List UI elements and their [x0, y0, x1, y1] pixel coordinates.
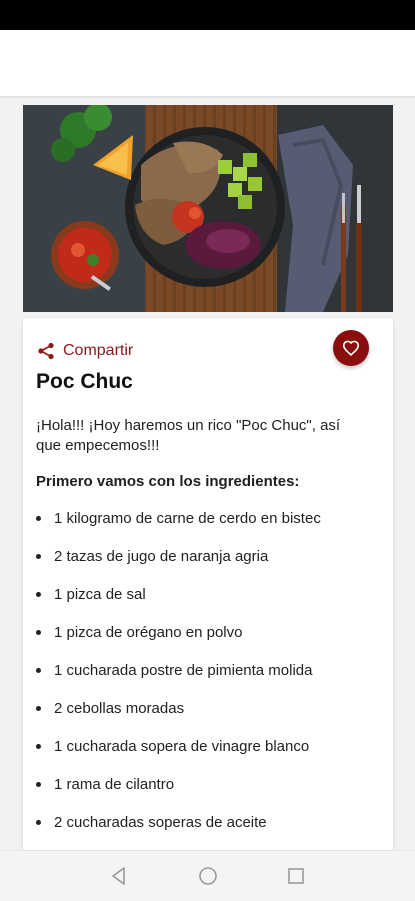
bullet-icon	[36, 554, 41, 559]
ingredient-text: 1 rama de cilantro	[54, 776, 175, 793]
recipe-card: Compartir Poc Chuc ¡Hola!!! ¡Hoy haremos…	[23, 318, 393, 850]
ingredient-item: 1 cucharada sopera de vinagre blanco	[36, 728, 376, 766]
ingredient-text: 2 cebollas moradas	[54, 700, 185, 717]
recipe-hero-image[interactable]: 1/	[23, 105, 393, 312]
bullet-icon	[36, 744, 41, 749]
bullet-icon	[36, 706, 41, 711]
home-button[interactable]	[197, 865, 219, 887]
ingredient-text: 1 kilogramo de carne de cerdo en bistec	[54, 510, 321, 527]
bullet-icon	[36, 668, 41, 673]
ingredient-text: 2 tazas de jugo de naranja agria	[54, 548, 269, 565]
ingredient-item: 2 cucharadas soperas de aceite	[36, 804, 376, 842]
ingredients-list: 1 kilogramo de carne de cerdo en bistec …	[36, 500, 376, 842]
bullet-icon	[36, 592, 41, 597]
bullet-icon	[36, 630, 41, 635]
app-bar	[0, 30, 415, 96]
recipe-intro: ¡Hola!!! ¡Hoy haremos un rico "Poc Chuc"…	[36, 417, 341, 454]
heart-icon	[342, 340, 360, 356]
ingredients-heading: Primero vamos con los ingredientes:	[36, 473, 300, 490]
ingredient-text: 2 cucharadas soperas de aceite	[54, 814, 267, 831]
ingredient-item: 2 tazas de jugo de naranja agria	[36, 538, 376, 576]
ingredient-item: 2 cebollas moradas	[36, 690, 376, 728]
back-button[interactable]	[108, 865, 130, 887]
ingredient-item: 1 rama de cilantro	[36, 766, 376, 804]
bullet-icon	[36, 820, 41, 825]
ingredient-item: 1 cucharada postre de pimienta molida	[36, 652, 376, 690]
circle-home-icon	[199, 867, 217, 885]
status-bar	[0, 0, 415, 30]
ingredient-text: 1 cucharada sopera de vinagre blanco	[54, 738, 310, 755]
recents-button[interactable]	[285, 865, 307, 887]
recipe-content[interactable]: 1/ Compartir Poc Chuc ¡Hola!!! ¡Hoy hare…	[0, 96, 415, 850]
ingredient-text: 1 pizca de orégano en polvo	[54, 624, 243, 641]
ingredient-item: 1 pizca de sal	[36, 576, 376, 614]
recipe-title: Poc Chuc	[36, 370, 133, 393]
ingredient-item: 1 kilogramo de carne de cerdo en bistec	[36, 500, 376, 538]
bullet-icon	[36, 516, 41, 521]
ingredient-text: 1 cucharada postre de pimienta molida	[54, 662, 313, 679]
ingredient-item: 1 pizca de orégano en polvo	[36, 614, 376, 652]
share-icon	[38, 342, 54, 360]
ingredient-text: 1 pizca de sal	[54, 586, 146, 603]
square-recents-icon	[288, 868, 304, 884]
triangle-back-icon	[112, 867, 125, 885]
bullet-icon	[36, 782, 41, 787]
favorite-button[interactable]	[333, 330, 369, 366]
system-navigation-bar	[0, 850, 415, 901]
share-button[interactable]: Compartir	[37, 342, 133, 360]
share-label: Compartir	[63, 342, 134, 359]
recipe-photo	[23, 105, 393, 312]
